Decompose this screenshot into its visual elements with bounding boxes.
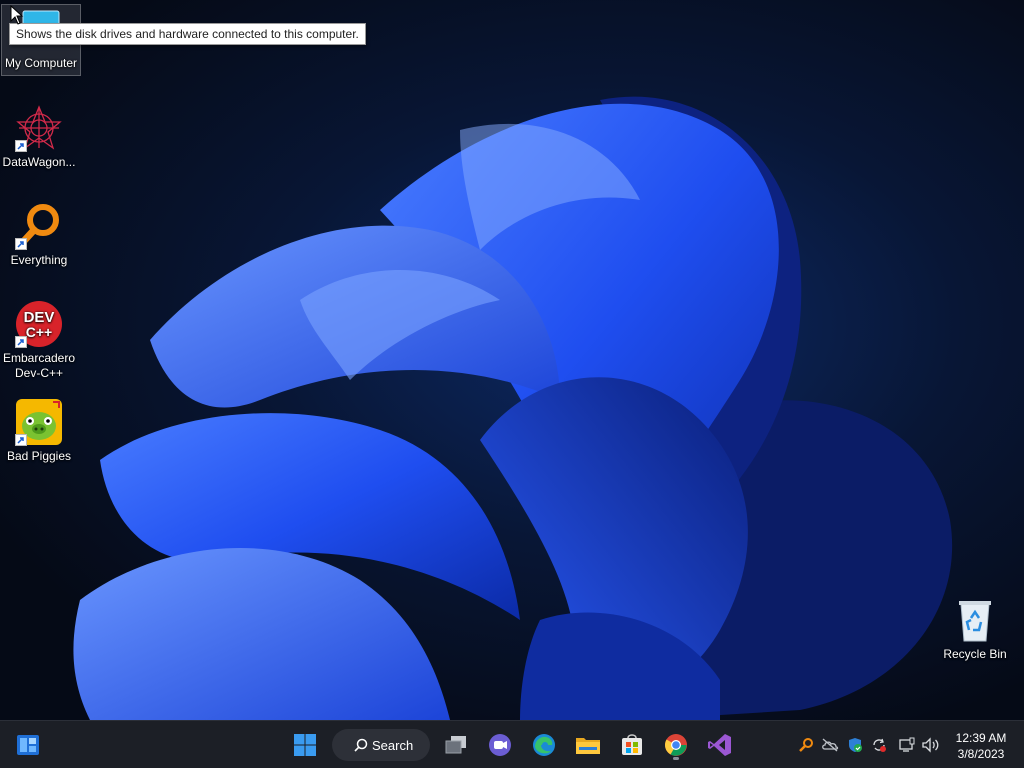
onedrive-offline-icon bbox=[822, 738, 839, 752]
desktop-icon-devcpp[interactable]: DEV C++ Embarcadero Dev-C++ bbox=[0, 300, 78, 381]
teams-chat-button[interactable] bbox=[483, 728, 517, 762]
sync-icon bbox=[873, 738, 886, 752]
visual-studio-icon bbox=[708, 734, 731, 756]
desktop-icon-label: Bad Piggies bbox=[6, 449, 72, 463]
bad-piggies-icon bbox=[15, 398, 63, 446]
volume-icon bbox=[922, 737, 939, 753]
recycle-bin-icon bbox=[951, 596, 999, 644]
desktop-icon-label: Recycle Bin bbox=[943, 647, 1007, 661]
task-view-button[interactable] bbox=[439, 728, 473, 762]
store-icon bbox=[622, 734, 642, 755]
desktop-icon-datawagon[interactable]: DataWagon... bbox=[0, 104, 78, 170]
start-button[interactable] bbox=[288, 728, 322, 762]
desktop-icon-label: My Computer bbox=[4, 56, 78, 70]
search-label: Search bbox=[372, 737, 414, 753]
bloom-wallpaper bbox=[73, 96, 953, 720]
widgets-button[interactable] bbox=[11, 728, 45, 762]
onedrive-tray-button[interactable] bbox=[820, 735, 840, 755]
search-box[interactable]: Search bbox=[332, 729, 430, 761]
everything-search-icon bbox=[15, 202, 63, 250]
file-explorer-button[interactable] bbox=[571, 728, 605, 762]
clock-time: 12:39 AM bbox=[955, 731, 1007, 745]
datawagon-icon bbox=[15, 104, 63, 152]
display-icon bbox=[899, 737, 915, 752]
windows-logo-icon bbox=[294, 734, 316, 756]
svg-text:C++: C++ bbox=[26, 324, 52, 340]
edge-button[interactable] bbox=[527, 728, 561, 762]
clock-date: 3/8/2023 bbox=[957, 747, 1005, 761]
desktop-icon-label: Embarcadero Dev-C++ bbox=[2, 351, 76, 380]
tooltip: Shows the disk drives and hardware conne… bbox=[9, 23, 366, 45]
sync-tray-button[interactable] bbox=[869, 735, 889, 755]
display-tray-button[interactable] bbox=[897, 735, 917, 755]
volume-tray-button[interactable] bbox=[921, 735, 941, 755]
shortcut-arrow-icon bbox=[15, 238, 27, 250]
desktop-icon-bad-piggies[interactable]: Bad Piggies bbox=[0, 398, 78, 464]
desktop-icon-recycle-bin[interactable]: Recycle Bin bbox=[936, 596, 1014, 662]
desktop-icon-everything[interactable]: Everything bbox=[0, 202, 78, 268]
shortcut-arrow-icon bbox=[15, 336, 27, 348]
running-indicator bbox=[673, 757, 679, 760]
defender-tray-button[interactable] bbox=[845, 735, 865, 755]
search-icon bbox=[354, 738, 368, 752]
chrome-button[interactable] bbox=[659, 728, 693, 762]
desktop-icon-label: Everything bbox=[10, 253, 68, 267]
task-view-icon bbox=[445, 736, 466, 754]
mouse-cursor-icon bbox=[10, 5, 24, 25]
folder-icon bbox=[576, 738, 600, 754]
desktop-icon-label: DataWagon... bbox=[2, 155, 76, 169]
chrome-icon bbox=[665, 734, 687, 756]
microsoft-store-button[interactable] bbox=[615, 728, 649, 762]
everything-tray-button[interactable] bbox=[796, 735, 816, 755]
taskbar: Search 12:39 AM 3/8/2023 bbox=[0, 720, 1024, 768]
visual-studio-button[interactable] bbox=[703, 728, 737, 762]
edge-icon bbox=[533, 734, 555, 756]
shortcut-arrow-icon bbox=[15, 140, 27, 152]
shortcut-arrow-icon bbox=[15, 434, 27, 446]
clock[interactable]: 12:39 AM 3/8/2023 bbox=[948, 730, 1014, 762]
defender-icon bbox=[849, 738, 862, 752]
everything-tray-icon bbox=[799, 738, 813, 752]
devcpp-icon: DEV C++ bbox=[15, 300, 63, 348]
widgets-icon bbox=[17, 735, 39, 755]
teams-icon bbox=[489, 734, 511, 756]
desktop[interactable]: My Computer DataWagon... Everything DEV … bbox=[0, 0, 1024, 720]
